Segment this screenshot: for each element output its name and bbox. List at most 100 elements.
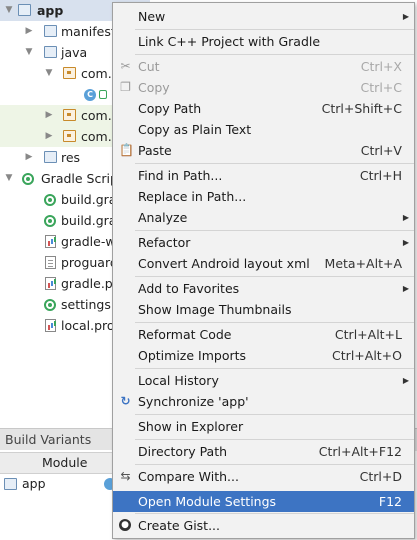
collapse-arrow-icon[interactable]: ▶ [44,105,54,126]
menu-separator [135,464,414,465]
menu-item-label: New [138,9,166,24]
menu-item-reformat-code[interactable]: Reformat Code Ctrl+Alt+L [113,324,414,345]
menu-item-label: Show Image Thumbnails [138,302,292,317]
gradle-icon [44,215,56,227]
collapse-arrow-icon[interactable]: ▶ [44,126,54,147]
folder-icon [44,25,57,37]
text-file-icon [45,256,56,269]
gradle-icon [44,194,56,206]
gradle-icon [44,299,56,311]
menu-item-local-history[interactable]: Local History ▶ [113,370,414,391]
scissors-icon: ✂ [120,59,131,73]
copy-icon: ❐ [120,80,131,94]
folder-icon [44,46,57,58]
menu-item-replace-in-path[interactable]: Replace in Path... [113,186,414,207]
menu-item-label: Create Gist... [138,518,221,533]
menu-item-show-image-thumbnails[interactable]: Show Image Thumbnails [113,299,414,320]
menu-item-find-in-path[interactable]: Find in Path... Ctrl+H [113,165,414,186]
menu-item-shortcut: Ctrl+V [360,143,402,158]
menu-item-label: Refactor [138,235,191,250]
menu-item-directory-path[interactable]: Directory Path Ctrl+Alt+F12 [113,441,414,462]
tree-item-label: build.gra [61,213,117,228]
submenu-arrow-icon: ▶ [402,238,409,247]
properties-file-icon [45,235,56,248]
menu-item-add-to-favorites[interactable]: Add to Favorites ▶ [113,278,414,299]
menu-item-shortcut: Ctrl+D [359,469,402,484]
package-icon [63,109,76,121]
menu-separator [135,54,414,55]
module-folder-icon [18,4,31,16]
menu-item-open-module-settings[interactable]: Open Module Settings F12 [113,491,414,512]
menu-item-compare-with[interactable]: ⇆ Compare With... Ctrl+D [113,466,414,487]
menu-item-label: Reformat Code [138,327,232,342]
menu-item-label: Directory Path [138,444,228,459]
lock-icon [99,90,107,99]
menu-item-label: Optimize Imports [138,348,247,363]
menu-item-create-gist[interactable]: ● Create Gist... [113,515,414,536]
class-icon: C [84,89,96,101]
menu-item-optimize-imports[interactable]: Optimize Imports Ctrl+Alt+O [113,345,414,366]
submenu-arrow-icon: ▶ [402,12,409,21]
github-icon: ● [119,519,131,531]
menu-item-label: Add to Favorites [138,281,240,296]
package-icon [63,67,76,79]
collapse-arrow-icon[interactable]: ▶ [24,147,34,168]
expand-arrow-icon[interactable]: ▼ [24,42,34,63]
menu-item-label: Copy Path [138,101,202,116]
menu-item-label: Replace in Path... [138,189,247,204]
tree-item-label: local.pro [61,318,115,333]
menu-item-link-cpp[interactable]: Link C++ Project with Gradle [113,31,414,52]
submenu-arrow-icon: ▶ [402,376,409,385]
menu-item-copy-plain-text[interactable]: Copy as Plain Text [113,119,414,140]
tree-item-label: app [37,3,64,18]
sync-icon: ↻ [120,394,131,408]
menu-item-paste[interactable]: 📋 Paste Ctrl+V [113,140,414,161]
menu-item-new[interactable]: New ▶ [113,6,414,27]
tree-item-label: build.gra [61,192,117,207]
tree-item-label: proguard [61,255,118,270]
expand-arrow-icon[interactable]: ▼ [44,63,54,84]
menu-item-synchronize[interactable]: ↻ Synchronize 'app' [113,391,414,412]
menu-item-shortcut: Meta+Alt+A [324,256,402,271]
menu-item-show-in-explorer[interactable]: Show in Explorer [113,416,414,437]
menu-item-copy-path[interactable]: Copy Path Ctrl+Shift+C [113,98,414,119]
submenu-arrow-icon: ▶ [402,213,409,222]
properties-file-icon [45,277,56,290]
compare-icon: ⇆ [120,469,131,483]
menu-item-cut[interactable]: ✂ Cut Ctrl+X [113,56,414,77]
menu-item-shortcut: Ctrl+Alt+F12 [318,444,402,459]
expand-arrow-icon[interactable]: ▼ [4,168,14,189]
menu-item-label: Synchronize 'app' [138,394,249,409]
menu-separator [135,368,414,369]
menu-item-refactor[interactable]: Refactor ▶ [113,232,414,253]
module-column-label: Module [42,455,88,470]
menu-item-shortcut: Ctrl+Shift+C [321,101,402,116]
folder-icon [44,151,57,163]
menu-item-label: Open Module Settings [138,494,277,509]
menu-item-shortcut: Ctrl+Alt+L [334,327,402,342]
menu-item-shortcut: F12 [378,494,402,509]
menu-item-convert-layout-xml[interactable]: Convert Android layout xml Meta+Alt+A [113,253,414,274]
tree-item-label: res [61,150,81,165]
tree-item-label: Gradle Scrip [41,171,118,186]
build-variants-title: Build Variants [5,432,92,447]
menu-separator [135,439,414,440]
tree-item-label: gradle-w [61,234,116,249]
menu-item-label: Analyze [138,210,188,225]
menu-item-label: Show in Explorer [138,419,244,434]
submenu-arrow-icon: ▶ [402,284,409,293]
menu-item-label: Find in Path... [138,168,223,183]
menu-separator [135,163,414,164]
tree-item-label: gradle.pr [61,276,118,291]
collapse-arrow-icon[interactable]: ▶ [24,21,34,42]
menu-item-copy[interactable]: ❐ Copy Ctrl+C [113,77,414,98]
menu-item-shortcut: Ctrl+X [360,59,402,74]
expand-arrow-icon[interactable]: ▼ [4,0,14,21]
menu-item-analyze[interactable]: Analyze ▶ [113,207,414,228]
menu-item-shortcut: Ctrl+C [360,80,402,95]
tree-item-label: java [61,45,88,60]
module-name: app [22,476,46,491]
menu-separator [135,513,414,514]
menu-item-shortcut: Ctrl+Alt+O [332,348,402,363]
gradle-icon [22,173,34,185]
